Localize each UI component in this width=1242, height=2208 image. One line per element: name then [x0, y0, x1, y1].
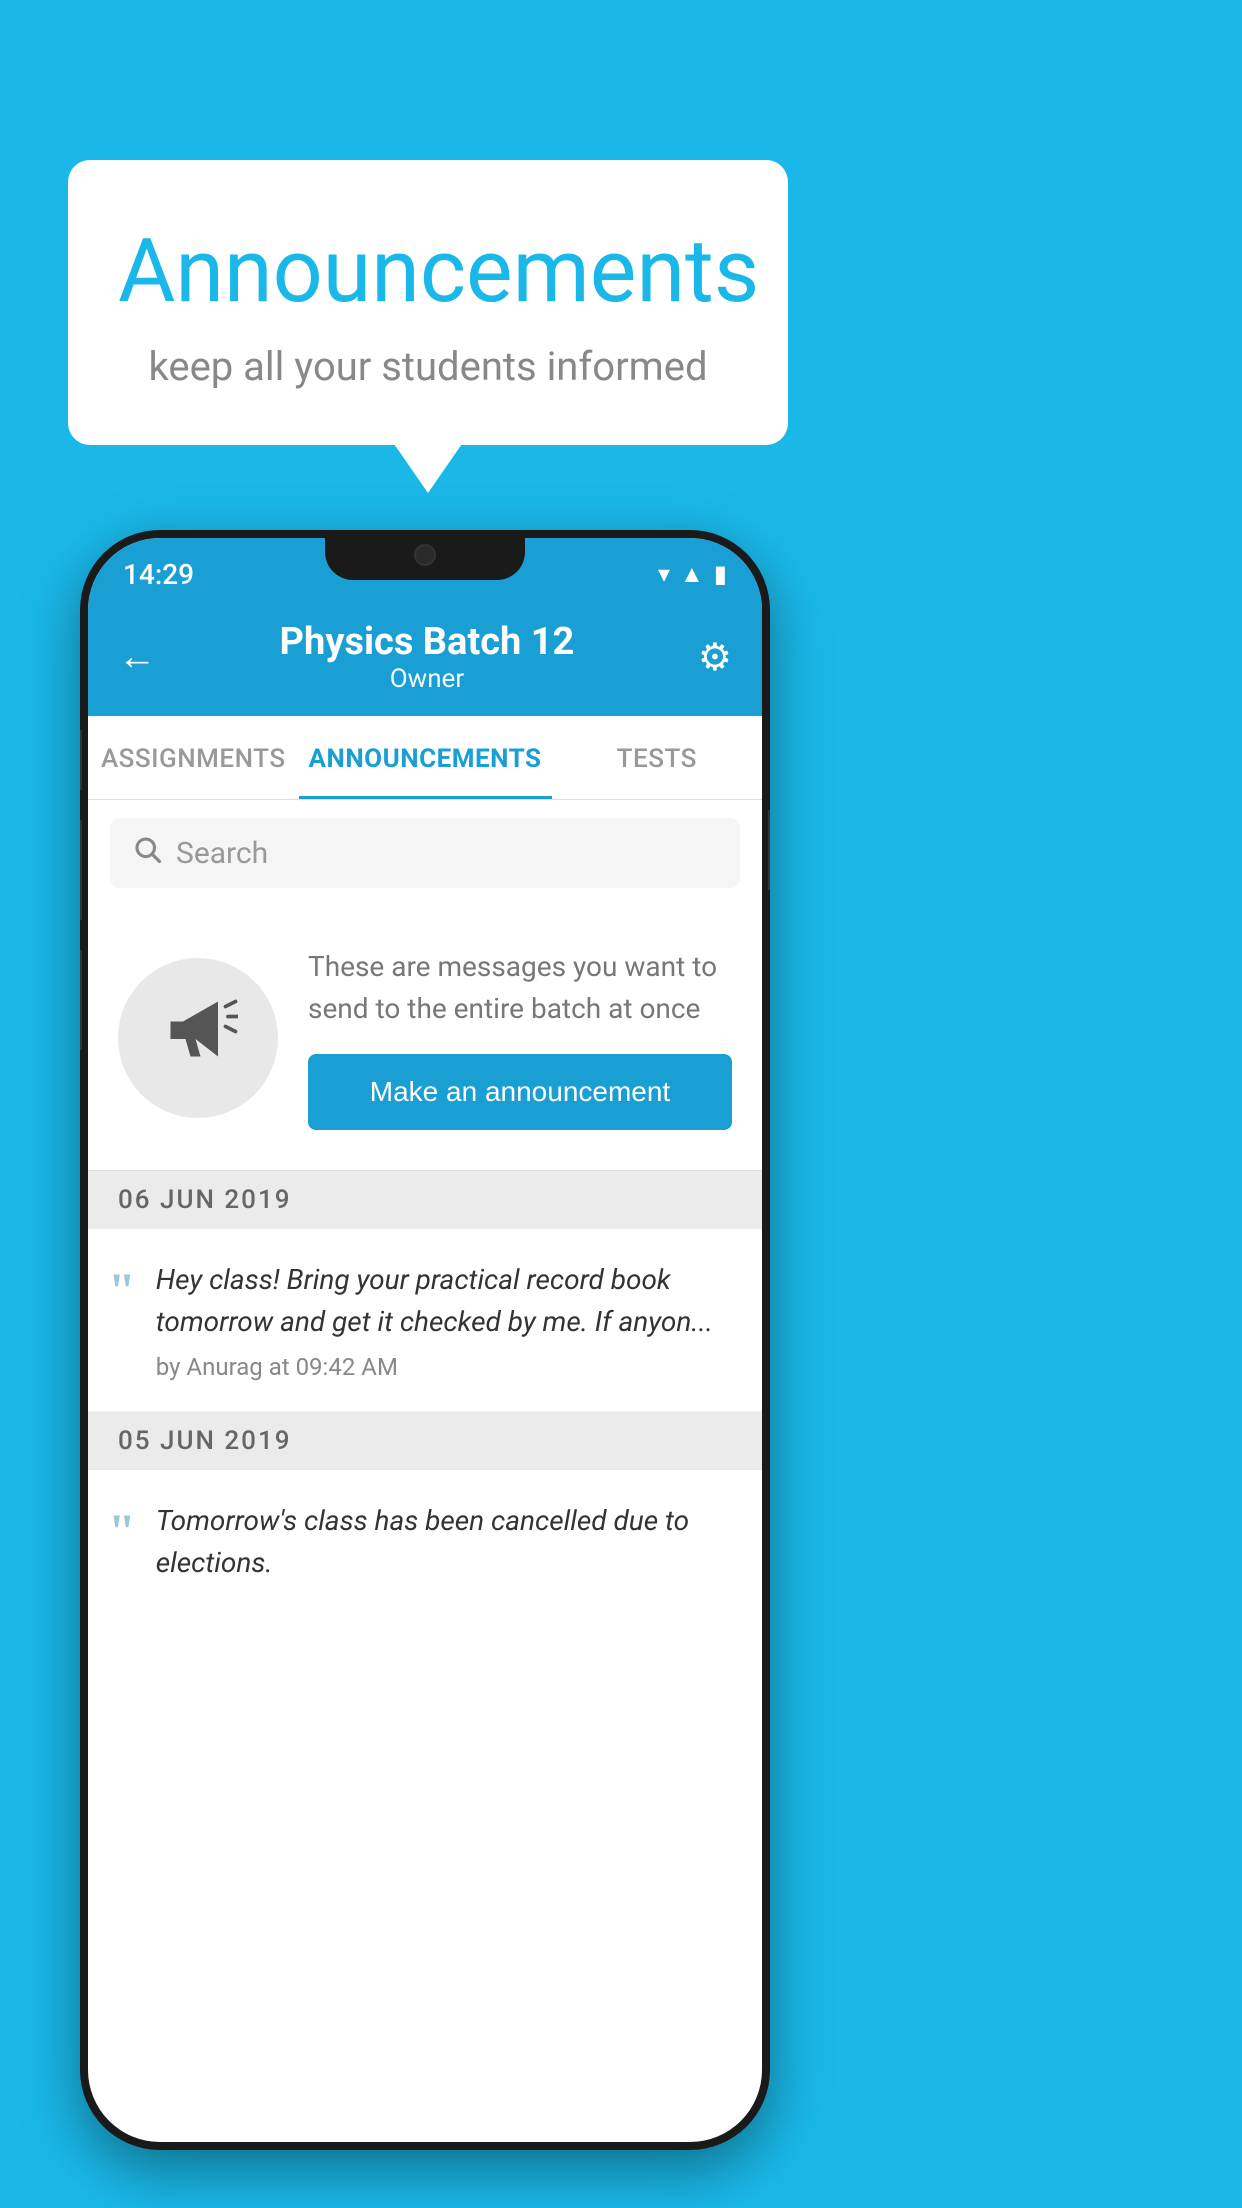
- speech-bubble-wrapper: Announcements keep all your students inf…: [68, 160, 788, 445]
- date-separator-1: 06 JUN 2019: [88, 1171, 762, 1229]
- phone-frame: 14:29 ▾ ▲ ▮ ← Physics Batch 12 Owner ⚙ A…: [80, 530, 770, 2150]
- announcement-prompt: These are messages you want to send to t…: [88, 906, 762, 1171]
- search-input-wrapper[interactable]: Search: [110, 818, 740, 888]
- phone-notch: [325, 530, 525, 580]
- announcement-item-1: " Hey class! Bring your practical record…: [88, 1229, 762, 1412]
- wifi-icon: ▾: [658, 560, 670, 588]
- header-center: Physics Batch 12 Owner: [280, 620, 575, 694]
- settings-button[interactable]: ⚙: [698, 635, 732, 680]
- status-icons: ▾ ▲ ▮: [658, 560, 727, 589]
- tab-tests[interactable]: TESTS: [552, 716, 763, 799]
- quote-icon-2: ": [108, 1506, 136, 1556]
- megaphone-icon: [158, 989, 238, 1088]
- tab-announcements[interactable]: ANNOUNCEMENTS: [299, 716, 552, 799]
- quote-icon-1: ": [108, 1265, 136, 1315]
- announcement-description: These are messages you want to send to t…: [308, 946, 732, 1030]
- announcement-item-2: " Tomorrow's class has been cancelled du…: [88, 1470, 762, 1624]
- speech-bubble-subtitle: keep all your students informed: [118, 343, 738, 390]
- date-separator-2: 05 JUN 2019: [88, 1412, 762, 1470]
- megaphone-circle: [118, 958, 278, 1118]
- search-placeholder: Search: [176, 836, 268, 871]
- power-button: [768, 810, 770, 890]
- make-announcement-button[interactable]: Make an announcement: [308, 1054, 732, 1130]
- announcement-right: These are messages you want to send to t…: [308, 946, 732, 1130]
- announcement-content-1: Hey class! Bring your practical record b…: [156, 1259, 732, 1381]
- search-icon: [132, 834, 162, 872]
- search-container: Search: [88, 800, 762, 906]
- announcement-text-1: Hey class! Bring your practical record b…: [156, 1259, 732, 1343]
- announcement-content-2: Tomorrow's class has been cancelled due …: [156, 1500, 732, 1594]
- phone-screen: 14:29 ▾ ▲ ▮ ← Physics Batch 12 Owner ⚙ A…: [88, 538, 762, 2142]
- mute-button: [80, 730, 82, 790]
- tabs-bar: ASSIGNMENTS ANNOUNCEMENTS TESTS: [88, 716, 762, 800]
- header-subtitle: Owner: [280, 664, 575, 694]
- app-header: ← Physics Batch 12 Owner ⚙: [88, 600, 762, 716]
- announcement-author-1: by Anurag at 09:42 AM: [156, 1353, 732, 1381]
- speech-bubble: Announcements keep all your students inf…: [68, 160, 788, 445]
- tab-assignments[interactable]: ASSIGNMENTS: [88, 716, 299, 799]
- front-camera: [414, 544, 436, 566]
- battery-icon: ▮: [714, 560, 727, 588]
- back-button[interactable]: ←: [118, 635, 156, 679]
- volume-up-button: [80, 820, 82, 920]
- announcement-text-2: Tomorrow's class has been cancelled due …: [156, 1500, 732, 1584]
- status-time: 14:29: [123, 558, 194, 591]
- volume-down-button: [80, 950, 82, 1050]
- header-title: Physics Batch 12: [280, 620, 575, 664]
- phone-wrapper: 14:29 ▾ ▲ ▮ ← Physics Batch 12 Owner ⚙ A…: [80, 530, 770, 2150]
- speech-bubble-title: Announcements: [118, 220, 738, 323]
- signal-icon: ▲: [680, 560, 704, 589]
